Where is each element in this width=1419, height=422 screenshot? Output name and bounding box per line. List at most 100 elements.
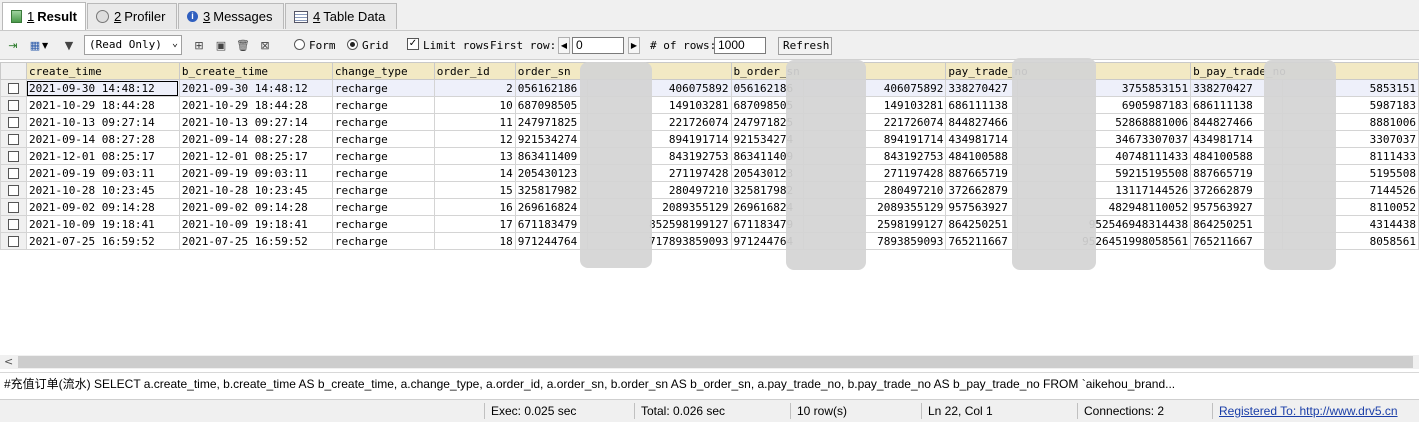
grid-cell[interactable]: 2021-09-14 08:27:28: [178, 130, 333, 148]
first-row-prev-button[interactable]: ◀: [558, 37, 570, 54]
grid-options-button[interactable]: ▦ ▼: [28, 36, 48, 54]
row-select-checkbox[interactable]: [0, 232, 27, 250]
scrollbar-thumb[interactable]: [18, 356, 1413, 368]
scroll-left-icon[interactable]: <: [4, 355, 13, 368]
column-header-change-type[interactable]: change_type: [331, 62, 435, 80]
grid-cell[interactable]: 671183479: [514, 215, 588, 233]
tab-profiler[interactable]: 2 Profiler: [87, 3, 177, 29]
grid-cell[interactable]: 12: [433, 130, 516, 148]
grid-cell[interactable]: 056162186: [514, 79, 588, 97]
grid-cell[interactable]: 863411409: [514, 147, 588, 165]
grid-cell[interactable]: 2021-10-09 19:18:41: [25, 215, 180, 233]
grid-cell[interactable]: 2021-10-29 18:44:28: [178, 96, 333, 114]
grid-cell[interactable]: 2021-12-01 08:25:17: [178, 147, 333, 165]
grid-cell[interactable]: 269616824: [514, 198, 588, 216]
grid-cell[interactable]: 2021-10-29 18:44:28: [25, 96, 180, 114]
column-header-b-create-time[interactable]: b_create_time: [178, 62, 333, 80]
add-row-button[interactable]: ⊞: [192, 36, 206, 54]
table-row[interactable]: 2021-10-09 19:18:41 2021-10-09 19:18:41 re…: [0, 215, 1419, 233]
grid-cell[interactable]: 2: [433, 79, 516, 97]
tab-table-data[interactable]: 4 Table Data: [285, 3, 397, 29]
grid-cell[interactable]: recharge: [331, 198, 435, 216]
num-rows-input[interactable]: 1000: [714, 37, 766, 54]
cancel-button[interactable]: ⊠: [258, 36, 272, 54]
grid-cell[interactable]: 434981714: [945, 130, 1019, 148]
grid-cell[interactable]: 338270427: [945, 79, 1019, 97]
row-select-checkbox[interactable]: [0, 130, 27, 148]
grid-cell[interactable]: 2021-09-19 09:03:11: [25, 164, 180, 182]
grid-cell[interactable]: 957563927: [945, 198, 1019, 216]
filter-button[interactable]: ▼: [62, 36, 76, 54]
grid-cell[interactable]: 864250251: [945, 215, 1019, 233]
form-radio[interactable]: [294, 39, 305, 50]
row-select-checkbox[interactable]: [0, 215, 27, 233]
refresh-button[interactable]: Refresh: [778, 37, 832, 55]
grid-cell[interactable]: recharge: [331, 130, 435, 148]
table-row[interactable]: 2021-10-29 18:44:28 2021-10-29 18:44:28 re…: [0, 96, 1419, 114]
grid-cell[interactable]: 2021-10-13 09:27:14: [178, 113, 333, 131]
table-row[interactable]: 2021-07-25 16:59:52 2021-07-25 16:59:52 re…: [0, 232, 1419, 250]
grid-cell[interactable]: 2021-09-02 09:14:28: [25, 198, 180, 216]
registered-link[interactable]: Registered To: http://www.drv5.cn: [1212, 403, 1398, 419]
table-row[interactable]: 2021-09-14 08:27:28 2021-09-14 08:27:28 re…: [0, 130, 1419, 148]
row-select-checkbox[interactable]: [0, 96, 27, 114]
grid-cell[interactable]: 2021-10-28 10:23:45: [178, 181, 333, 199]
column-header-create-time[interactable]: create_time: [25, 62, 180, 80]
grid-cell[interactable]: 887665719: [945, 164, 1019, 182]
grid-cell[interactable]: 16: [433, 198, 516, 216]
tab-result[interactable]: 1 Result: [2, 2, 86, 30]
grid-cell[interactable]: recharge: [331, 113, 435, 131]
limit-rows-checkbox[interactable]: ✓: [407, 38, 419, 50]
table-row[interactable]: 2021-12-01 08:25:17 2021-12-01 08:25:17 re…: [0, 147, 1419, 165]
row-select-checkbox[interactable]: [0, 79, 27, 97]
horizontal-scrollbar[interactable]: <: [0, 355, 1419, 369]
grid-cell[interactable]: 2021-09-14 08:27:28: [25, 130, 180, 148]
grid-radio[interactable]: [347, 39, 358, 50]
grid-cell[interactable]: 11: [433, 113, 516, 131]
grid-cell[interactable]: 2021-12-01 08:25:17: [25, 147, 180, 165]
row-select-checkbox[interactable]: [0, 113, 27, 131]
row-select-checkbox[interactable]: [0, 198, 27, 216]
grid-corner[interactable]: [0, 62, 27, 80]
grid-cell[interactable]: 372662879: [945, 181, 1019, 199]
grid-cell[interactable]: 14: [433, 164, 516, 182]
grid-cell[interactable]: 2021-09-30 14:48:12: [178, 79, 333, 97]
table-row[interactable]: 2021-10-28 10:23:45 2021-10-28 10:23:45 re…: [0, 181, 1419, 199]
grid-cell[interactable]: 10: [433, 96, 516, 114]
table-row[interactable]: 2021-09-19 09:03:11 2021-09-19 09:03:11 re…: [0, 164, 1419, 182]
grid-cell[interactable]: 484100588: [945, 147, 1019, 165]
table-row[interactable]: 2021-09-02 09:14:28 2021-09-02 09:14:28 re…: [0, 198, 1419, 216]
grid-cell[interactable]: 687098505: [514, 96, 588, 114]
first-row-next-button[interactable]: ▶: [628, 37, 640, 54]
grid-cell[interactable]: 2021-09-19 09:03:11: [178, 164, 333, 182]
grid-cell[interactable]: recharge: [331, 96, 435, 114]
grid-cell[interactable]: 17: [433, 215, 516, 233]
grid-cell[interactable]: 15: [433, 181, 516, 199]
grid-cell[interactable]: 2021-07-25 16:59:52: [25, 232, 180, 250]
grid-cell[interactable]: recharge: [331, 232, 435, 250]
save-button[interactable]: ▣: [214, 36, 228, 54]
grid-cell[interactable]: 765211667: [945, 232, 1019, 250]
row-select-checkbox[interactable]: [0, 181, 27, 199]
first-row-input[interactable]: 0: [572, 37, 624, 54]
grid-cell[interactable]: 2021-10-09 19:18:41: [178, 215, 333, 233]
mode-select[interactable]: (Read Only) ⌄: [84, 35, 182, 55]
grid-cell[interactable]: 921534274: [514, 130, 588, 148]
grid-cell[interactable]: recharge: [331, 79, 435, 97]
table-row[interactable]: 2021-10-13 09:27:14 2021-10-13 09:27:14 re…: [0, 113, 1419, 131]
grid-cell[interactable]: 2021-07-25 16:59:52: [178, 232, 333, 250]
row-select-checkbox[interactable]: [0, 147, 27, 165]
tab-messages[interactable]: i 3 Messages: [178, 3, 284, 29]
grid-cell[interactable]: 247971825: [514, 113, 588, 131]
grid-cell[interactable]: 2021-10-13 09:27:14: [25, 113, 180, 131]
grid-cell[interactable]: 13: [433, 147, 516, 165]
grid-cell[interactable]: 2021-09-02 09:14:28: [178, 198, 333, 216]
grid-cell[interactable]: recharge: [331, 215, 435, 233]
grid-cell[interactable]: recharge: [331, 147, 435, 165]
grid-cell[interactable]: 205430123: [514, 164, 588, 182]
grid-cell[interactable]: 2021-10-28 10:23:45: [25, 181, 180, 199]
grid-cell[interactable]: 686111138: [945, 96, 1019, 114]
grid-cell[interactable]: recharge: [331, 164, 435, 182]
export-button[interactable]: ⇥: [6, 36, 20, 54]
grid-cell[interactable]: 18: [433, 232, 516, 250]
